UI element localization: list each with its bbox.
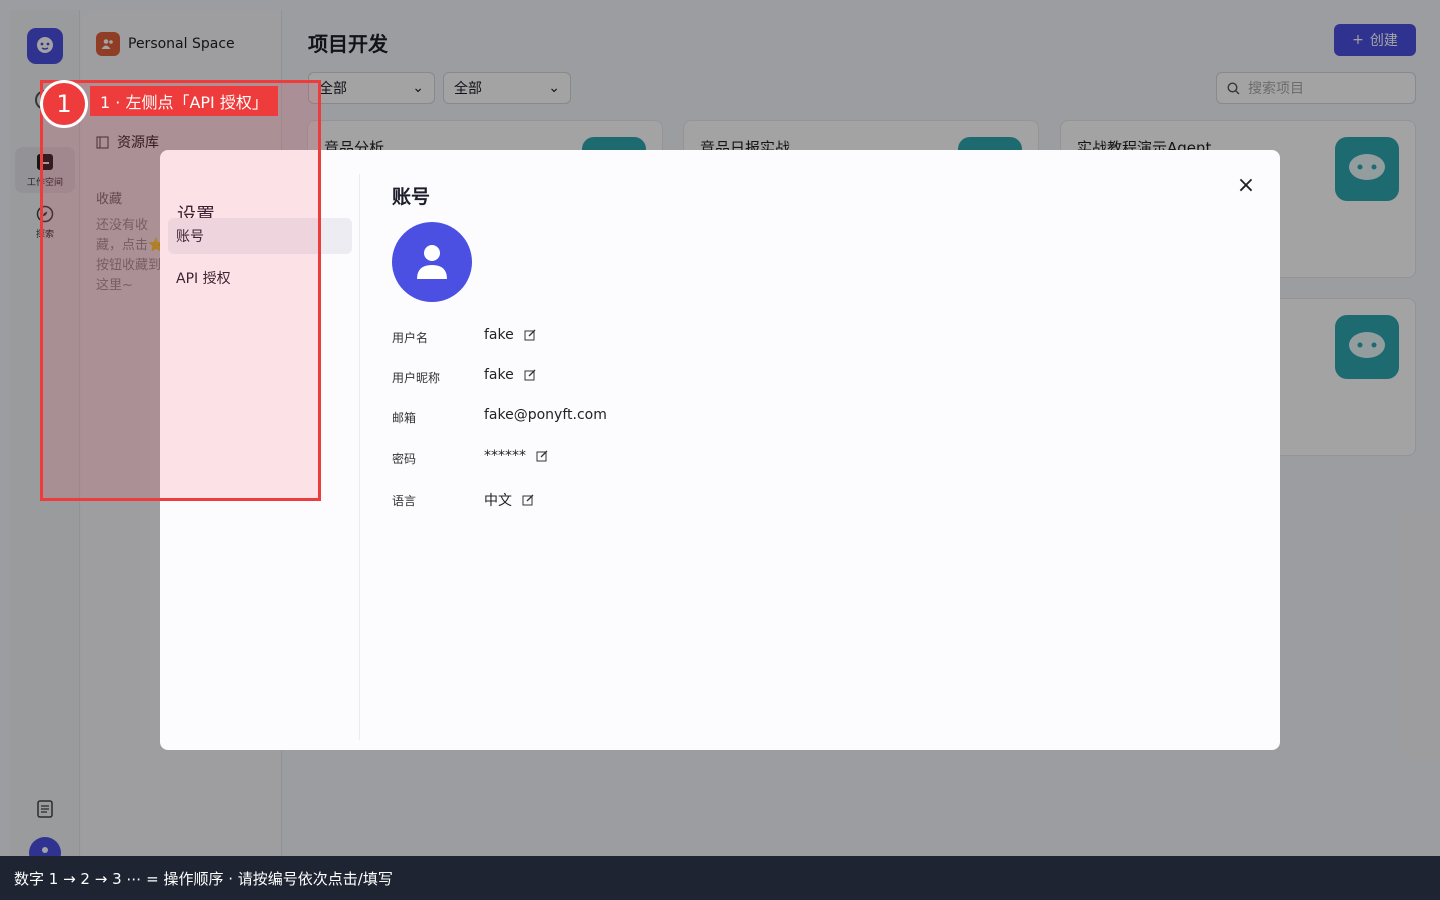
settings-modal: 设置 账号 API 授权 × 账号 用户名 fake 用户昵称 fake 邮箱 … (160, 150, 1280, 750)
field-username: fake (484, 327, 536, 343)
step-highlight-box (40, 80, 321, 501)
field-label-email: 邮箱 (392, 411, 417, 425)
field-value-password: ****** (484, 448, 526, 464)
field-label-language: 语言 (392, 494, 417, 508)
field-nickname: fake (484, 367, 536, 383)
step-number-badge: 1 (40, 80, 88, 128)
field-value-language: 中文 (484, 493, 512, 509)
instruction-footer: 数字 1 → 2 → 3 ⋯ = 操作顺序 · 请按编号依次点击/填写 (0, 856, 1440, 900)
step-instruction: 1 · 左侧点「API 授权」 (90, 86, 278, 116)
field-password: ****** (484, 448, 548, 464)
profile-avatar[interactable] (392, 222, 472, 302)
field-value-email: fake@ponyft.com (484, 407, 607, 423)
field-label-username: 用户名 (392, 331, 429, 345)
edit-icon[interactable] (522, 494, 534, 506)
field-value-username: fake (484, 327, 514, 343)
field-label-password: 密码 (392, 452, 417, 466)
footer-hint: 数字 1 → 2 → 3 ⋯ = 操作顺序 · 请按编号依次点击/填写 (14, 869, 393, 888)
field-value-nickname: fake (484, 367, 514, 383)
field-label-nickname: 用户昵称 (392, 371, 441, 385)
close-icon[interactable]: × (1236, 175, 1256, 197)
field-language: 中文 (484, 490, 534, 510)
field-email: fake@ponyft.com (484, 407, 607, 423)
edit-icon[interactable] (536, 450, 548, 462)
user-icon (417, 245, 447, 279)
account-heading: 账号 (392, 186, 431, 208)
edit-icon[interactable] (524, 329, 536, 341)
edit-icon[interactable] (524, 369, 536, 381)
